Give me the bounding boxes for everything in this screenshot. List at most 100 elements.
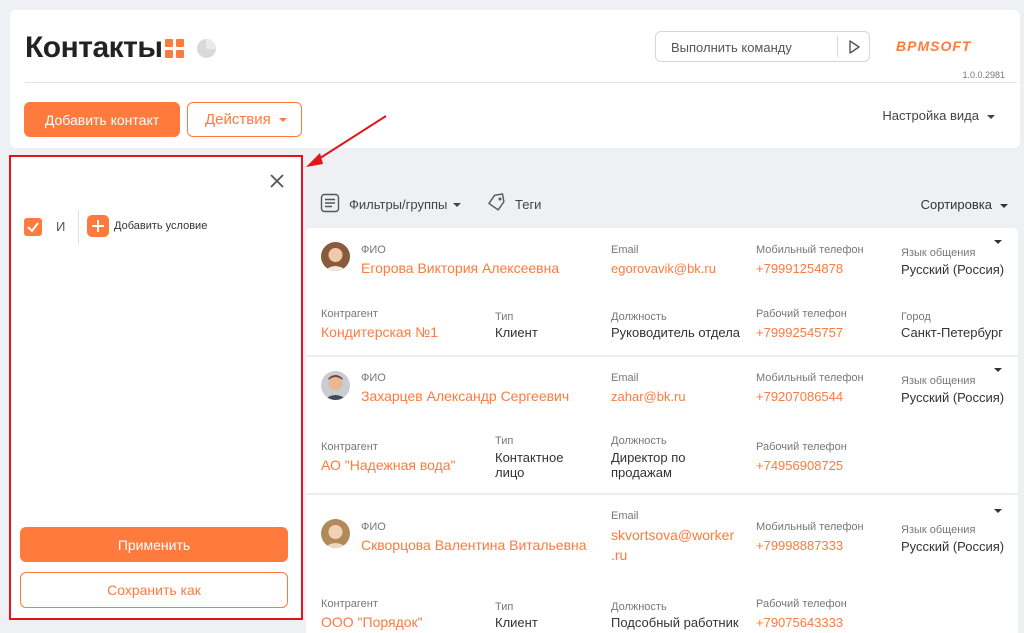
language-label: Язык общения xyxy=(901,247,976,259)
mobile-label: Мобильный телефон xyxy=(756,372,864,384)
contact-type: Клиент xyxy=(495,325,538,340)
contact-account[interactable]: ООО "Порядок" xyxy=(321,615,423,630)
chevron-down-icon[interactable] xyxy=(994,240,1002,244)
actions-label: Действия xyxy=(205,111,271,128)
avatar xyxy=(321,242,350,271)
contact-email[interactable]: egorovavik@bk.ru xyxy=(611,261,716,276)
position-label: Должность xyxy=(611,311,667,323)
tag-icon xyxy=(488,193,505,211)
contact-work-phone[interactable]: +79992545757 xyxy=(756,325,843,340)
sort-button[interactable]: Сортировка xyxy=(921,197,1008,212)
view-settings-button[interactable]: Настройка вида xyxy=(882,108,995,123)
work-phone-label: Рабочий телефон xyxy=(756,308,847,320)
contact-mobile[interactable]: +79207086544 xyxy=(756,389,843,404)
chevron-down-icon xyxy=(278,118,287,123)
mobile-label: Мобильный телефон xyxy=(756,244,864,256)
divider xyxy=(78,210,79,244)
apply-button[interactable]: Применить xyxy=(20,527,288,562)
work-phone-label: Рабочий телефон xyxy=(756,598,847,610)
divider xyxy=(25,82,1017,83)
account-label: Контрагент xyxy=(321,598,378,610)
save-as-button[interactable]: Сохранить как xyxy=(20,572,288,608)
contact-type: Контактное xyxy=(495,450,564,465)
grid-view-icon[interactable] xyxy=(165,39,184,58)
check-icon xyxy=(27,222,39,233)
name-label: ФИО xyxy=(361,372,386,384)
chevron-down-icon xyxy=(1000,203,1008,208)
position-label: Должность xyxy=(611,601,667,613)
type-label: Тип xyxy=(495,311,514,323)
avatar xyxy=(321,519,350,548)
contact-email[interactable]: skvortsova@worker xyxy=(611,528,734,543)
version-label: 1.0.0.2981 xyxy=(962,70,1005,80)
play-icon[interactable] xyxy=(846,39,862,55)
command-placeholder: Выполнить команду xyxy=(671,40,792,55)
logo: BPMSOFT xyxy=(896,38,972,54)
name-label: ФИО xyxy=(361,521,386,533)
contact-position: Директор по xyxy=(611,450,686,465)
contact-position: Руководитель отдела xyxy=(611,325,741,340)
contact-type-cont: лицо xyxy=(495,465,525,480)
chevron-down-icon[interactable] xyxy=(994,509,1002,513)
pie-chart-icon[interactable] xyxy=(197,39,216,58)
contacts-list: ФИО Егорова Виктория Алексеевна Email eg… xyxy=(306,228,1018,633)
contact-email[interactable]: zahar@bk.ru xyxy=(611,389,686,404)
list-item[interactable]: ФИО Егорова Виктория Алексеевна Email eg… xyxy=(306,228,1018,357)
command-input[interactable]: Выполнить команду xyxy=(655,31,870,62)
contact-position-cont: продажам xyxy=(611,465,672,480)
list-toolbar: Фильтры/группы Теги Сортировка xyxy=(320,190,1020,218)
contact-name[interactable]: Скворцова Валентина Витальевна xyxy=(361,538,587,553)
logic-operator[interactable]: И xyxy=(56,219,65,234)
avatar xyxy=(321,371,350,400)
city-label: Город xyxy=(901,311,931,323)
contact-position: Подсобный работник xyxy=(611,615,739,630)
filter-list-icon xyxy=(320,193,340,213)
type-label: Тип xyxy=(495,435,514,447)
language-label: Язык общения xyxy=(901,524,976,536)
contact-work-phone[interactable]: +79075643333 xyxy=(756,615,843,630)
email-label: Email xyxy=(611,510,639,522)
email-label: Email xyxy=(611,372,639,384)
page-title: Контакты xyxy=(25,31,163,64)
contact-mobile[interactable]: +79991254878 xyxy=(756,261,843,276)
contact-mobile[interactable]: +79998887333 xyxy=(756,538,843,553)
account-label: Контрагент xyxy=(321,441,378,453)
type-label: Тип xyxy=(495,601,514,613)
mobile-label: Мобильный телефон xyxy=(756,521,864,533)
add-contact-button[interactable]: Добавить контакт xyxy=(24,102,180,137)
email-label: Email xyxy=(611,244,639,256)
list-item[interactable]: ФИО Скворцова Валентина Витальевна Email… xyxy=(306,495,1018,633)
position-label: Должность xyxy=(611,435,667,447)
chevron-down-icon[interactable] xyxy=(994,368,1002,372)
contact-language: Русский (Россия) xyxy=(901,262,1005,277)
language-label: Язык общения xyxy=(901,375,976,387)
contact-account[interactable]: Кондитерская №1 xyxy=(321,325,438,340)
work-phone-label: Рабочий телефон xyxy=(756,441,847,453)
contact-email-cont[interactable]: .ru xyxy=(611,548,627,563)
condition-checkbox[interactable] xyxy=(24,218,42,236)
filter-panel: И Добавить условие Применить Сохранить к… xyxy=(9,155,303,620)
contact-type: Клиент xyxy=(495,615,538,630)
contact-work-phone[interactable]: +74956908725 xyxy=(756,458,843,473)
contact-language: Русский (Россия) xyxy=(901,539,1005,554)
page-header: Контакты Выполнить команду BPMSOFT 1.0.0… xyxy=(10,10,1020,148)
chevron-down-icon xyxy=(453,203,461,207)
contact-language: Русский (Россия) xyxy=(901,390,1005,405)
contact-name[interactable]: Захарцев Александр Сергеевич xyxy=(361,389,569,404)
list-item[interactable]: ФИО Захарцев Александр Сергеевич Email z… xyxy=(306,357,1018,495)
tags-label: Теги xyxy=(515,197,542,212)
sort-label: Сортировка xyxy=(920,197,992,212)
contact-name[interactable]: Егорова Виктория Алексеевна xyxy=(361,261,559,276)
chevron-down-icon xyxy=(987,114,995,119)
annotation-arrow xyxy=(306,115,387,167)
plus-icon[interactable] xyxy=(87,215,109,237)
actions-button[interactable]: Действия xyxy=(187,102,302,137)
name-label: ФИО xyxy=(361,244,386,256)
contact-account[interactable]: АО "Надежная вода" xyxy=(321,458,456,473)
filters-groups-label: Фильтры/группы xyxy=(349,197,448,212)
add-condition-button[interactable]: Добавить условие xyxy=(114,220,207,232)
divider xyxy=(837,36,838,57)
account-label: Контрагент xyxy=(321,308,378,320)
contact-city: Санкт-Петербург xyxy=(901,325,1003,340)
close-icon[interactable] xyxy=(269,173,285,189)
